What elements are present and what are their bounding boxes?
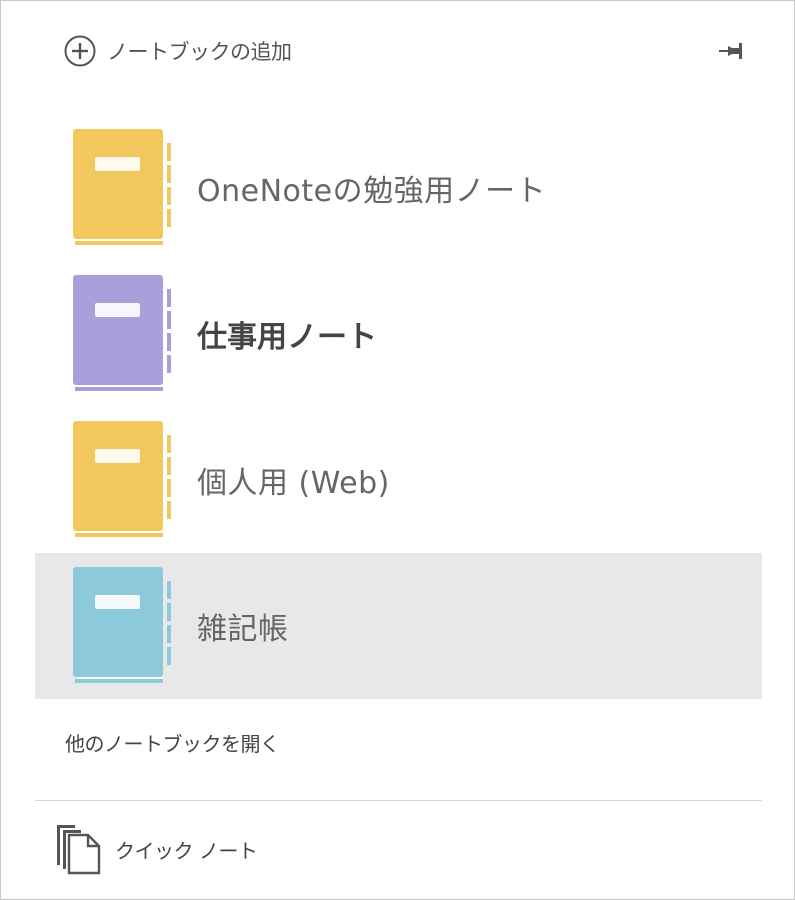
- notebook-icon: [73, 567, 177, 685]
- plus-circle-icon: [63, 34, 97, 68]
- notebook-item-selected[interactable]: 雑記帳: [35, 553, 762, 699]
- quick-note-button[interactable]: クイック ノート: [55, 823, 258, 875]
- divider: [35, 800, 762, 801]
- notebook-name: OneNoteの勉強用ノート: [197, 174, 547, 209]
- notebook-flyout-panel: ノートブックの追加 OneNoteの勉強用ノート 仕事用ノート 個人用 (Web…: [0, 0, 795, 900]
- open-other-notebooks-link[interactable]: 他のノートブックを開く: [65, 728, 280, 757]
- notebook-icon: [73, 129, 177, 247]
- notebook-name: 個人用 (Web): [197, 466, 390, 501]
- notebook-icon: [73, 421, 177, 539]
- pin-icon[interactable]: [719, 40, 745, 62]
- notebook-name: 仕事用ノート: [197, 320, 377, 355]
- notebook-item[interactable]: 仕事用ノート: [35, 261, 762, 407]
- notebook-list: OneNoteの勉強用ノート 仕事用ノート 個人用 (Web) 雑記帳: [35, 115, 762, 699]
- notebook-name: 雑記帳: [197, 612, 289, 647]
- add-notebook-label: ノートブックの追加: [107, 40, 292, 64]
- notebook-item[interactable]: 個人用 (Web): [35, 407, 762, 553]
- notebook-item[interactable]: OneNoteの勉強用ノート: [35, 115, 762, 261]
- notebook-icon: [73, 275, 177, 393]
- pages-icon: [55, 823, 101, 875]
- quick-note-label: クイック ノート: [115, 838, 258, 863]
- add-notebook-button[interactable]: ノートブックの追加: [63, 34, 292, 68]
